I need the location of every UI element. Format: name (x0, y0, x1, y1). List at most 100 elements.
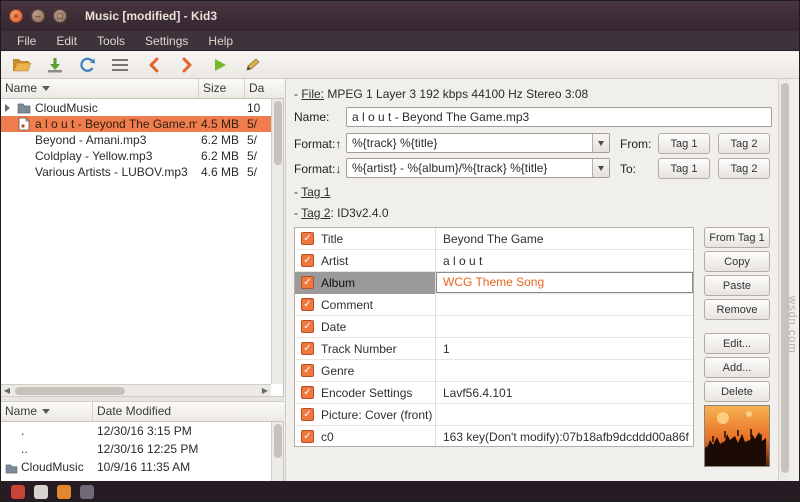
tag-panel-vscrollbar[interactable] (778, 79, 790, 481)
checkbox-checked-icon[interactable] (301, 232, 314, 245)
chevron-down-icon[interactable] (592, 134, 609, 152)
filename-input[interactable] (346, 107, 772, 127)
dir-list-vscrollbar[interactable] (271, 422, 283, 481)
frame-row-c0[interactable]: c0 163 key(Don't modify):07b18afb9dcddd0… (295, 426, 693, 448)
file-row-selected[interactable]: a l o u t - Beyond The Game.mp3 4.5 MB 5… (1, 116, 271, 132)
frame-value[interactable]: 1 (443, 338, 689, 360)
scrollbar-thumb[interactable] (274, 424, 282, 458)
checkbox-checked-icon[interactable] (301, 320, 314, 333)
frame-row-picture[interactable]: Picture: Cover (front) (295, 404, 693, 426)
frame-value[interactable]: a l o u t (443, 250, 689, 272)
tag1-section-link[interactable]: Tag 1 (301, 185, 330, 199)
frame-value[interactable]: Lavf56.4.101 (443, 382, 689, 404)
minimize-button[interactable]: – (31, 9, 45, 23)
frame-row-comment[interactable]: Comment (295, 294, 693, 316)
frame-row-title[interactable]: Title Beyond The Game (295, 228, 693, 250)
edit-button[interactable]: Edit... (704, 333, 770, 354)
tag2-section-header: - Tag 2: ID3v2.4.0 (294, 206, 389, 220)
dir-row-cloudmusic[interactable]: CloudMusic 10/9/16 11:35 AM (1, 458, 271, 476)
file-date: 10 (247, 100, 271, 116)
frame-row-track-number[interactable]: Track Number 1 (295, 338, 693, 360)
dir-row[interactable]: .. 12/30/16 12:25 PM (1, 440, 271, 458)
add-button[interactable]: Add... (704, 357, 770, 378)
checkbox-checked-icon[interactable] (301, 254, 314, 267)
dir-column-header-name[interactable]: Name (1, 402, 93, 422)
file-list-hscrollbar[interactable]: ◀ ▶ (1, 384, 271, 396)
dock-icon-1[interactable] (11, 485, 25, 499)
frame-value[interactable]: 163 key(Don't modify):07b18afb9dcddd00a8… (443, 426, 689, 448)
checkbox-checked-icon[interactable] (301, 386, 314, 399)
edit-tags-icon[interactable] (240, 54, 266, 77)
scrollbar-thumb[interactable] (781, 83, 789, 473)
kid3-window: × – □ Music [modified] - Kid3 File Edit … (0, 0, 800, 502)
frame-row-artist[interactable]: Artist a l o u t (295, 250, 693, 272)
expander-icon[interactable] (5, 104, 10, 112)
play-icon[interactable] (207, 54, 233, 77)
scrollbar-thumb[interactable] (15, 387, 125, 395)
dir-row[interactable]: . 12/30/16 3:15 PM (1, 422, 271, 440)
scroll-right-icon[interactable]: ▶ (260, 387, 270, 395)
checkbox-checked-icon[interactable] (301, 430, 314, 443)
collapse-indicator[interactable]: - (294, 87, 298, 101)
file-row[interactable]: Coldplay - Yellow.mp3 6.2 MB 5/ (1, 148, 271, 164)
from-tag1-copy-button[interactable]: From Tag 1 (704, 227, 770, 248)
next-file-icon[interactable] (174, 54, 200, 77)
menu-help[interactable]: Help (198, 32, 243, 50)
delete-button[interactable]: Delete (704, 381, 770, 402)
from-tag2-button[interactable]: Tag 2 (718, 133, 770, 154)
frame-name: Artist (321, 250, 433, 272)
file-row[interactable]: Various Artists - LUBOV.mp3 4.6 MB 5/ (1, 164, 271, 180)
copy-button[interactable]: Copy (704, 251, 770, 272)
file-section-header: - File: MPEG 1 Layer 3 192 kbps 44100 Hz… (294, 87, 588, 101)
remove-button[interactable]: Remove (704, 299, 770, 320)
frame-row-encoder-settings[interactable]: Encoder Settings Lavf56.4.101 (295, 382, 693, 404)
album-cover-thumbnail[interactable] (704, 405, 770, 467)
dock-icon-4[interactable] (80, 485, 94, 499)
checkbox-checked-icon[interactable] (301, 342, 314, 355)
column-header-name[interactable]: Name (1, 79, 199, 99)
checkbox-checked-icon[interactable] (301, 298, 314, 311)
from-tag1-button[interactable]: Tag 1 (658, 133, 710, 154)
menu-tools[interactable]: Tools (87, 32, 135, 50)
to-tag2-button[interactable]: Tag 2 (718, 158, 770, 179)
frame-row-album-selected[interactable]: Album WCG Theme Song (295, 272, 693, 294)
open-folder-icon[interactable] (9, 54, 35, 77)
collapse-indicator[interactable]: - (294, 206, 298, 220)
menu-settings[interactable]: Settings (135, 32, 198, 50)
column-header-date[interactable]: Da (245, 79, 284, 99)
close-button[interactable]: × (9, 9, 23, 23)
revert-icon[interactable] (75, 54, 101, 77)
menu-edit[interactable]: Edit (46, 32, 87, 50)
checkbox-checked-icon[interactable] (301, 364, 314, 377)
playlist-icon[interactable] (108, 54, 134, 77)
dir-column-header-date[interactable]: Date Modified (93, 402, 284, 422)
previous-file-icon[interactable] (141, 54, 167, 77)
maximize-button[interactable]: □ (53, 9, 67, 23)
album-edit-field[interactable]: WCG Theme Song (436, 272, 693, 293)
save-icon[interactable] (42, 54, 68, 77)
collapse-indicator[interactable]: - (294, 185, 298, 199)
format-to-tag-combobox[interactable]: %{track} %{title} (346, 133, 610, 153)
paste-button[interactable]: Paste (704, 275, 770, 296)
chevron-down-icon[interactable] (592, 159, 609, 177)
frame-row-date[interactable]: Date (295, 316, 693, 338)
checkbox-checked-icon[interactable] (301, 276, 314, 289)
to-tag1-button[interactable]: Tag 1 (658, 158, 710, 179)
tag2-section-link[interactable]: Tag 2 (301, 206, 330, 220)
dock-icon-2[interactable] (34, 485, 48, 499)
frame-row-genre[interactable]: Genre (295, 360, 693, 382)
file-row-cloudmusic[interactable]: CloudMusic 10 (1, 100, 271, 116)
file-row[interactable]: Beyond - Amani.mp3 6.2 MB 5/ (1, 132, 271, 148)
file-date: 5/ (247, 148, 271, 164)
frame-value[interactable]: Beyond The Game (443, 228, 689, 250)
scrollbar-thumb[interactable] (274, 101, 282, 165)
file-section-link[interactable]: File: (301, 87, 324, 101)
column-header-size[interactable]: Size (199, 79, 245, 99)
format-from-tag-combobox[interactable]: %{artist} - %{album}/%{track} %{title} (346, 158, 610, 178)
checkbox-checked-icon[interactable] (301, 408, 314, 421)
file-list-vscrollbar[interactable] (271, 99, 283, 384)
file-browser-panel: Name Size Da CloudMusic 10 a l o u t - B… (1, 79, 284, 481)
scroll-left-icon[interactable]: ◀ (2, 387, 12, 395)
dock-icon-3[interactable] (57, 485, 71, 499)
menu-file[interactable]: File (7, 32, 46, 50)
